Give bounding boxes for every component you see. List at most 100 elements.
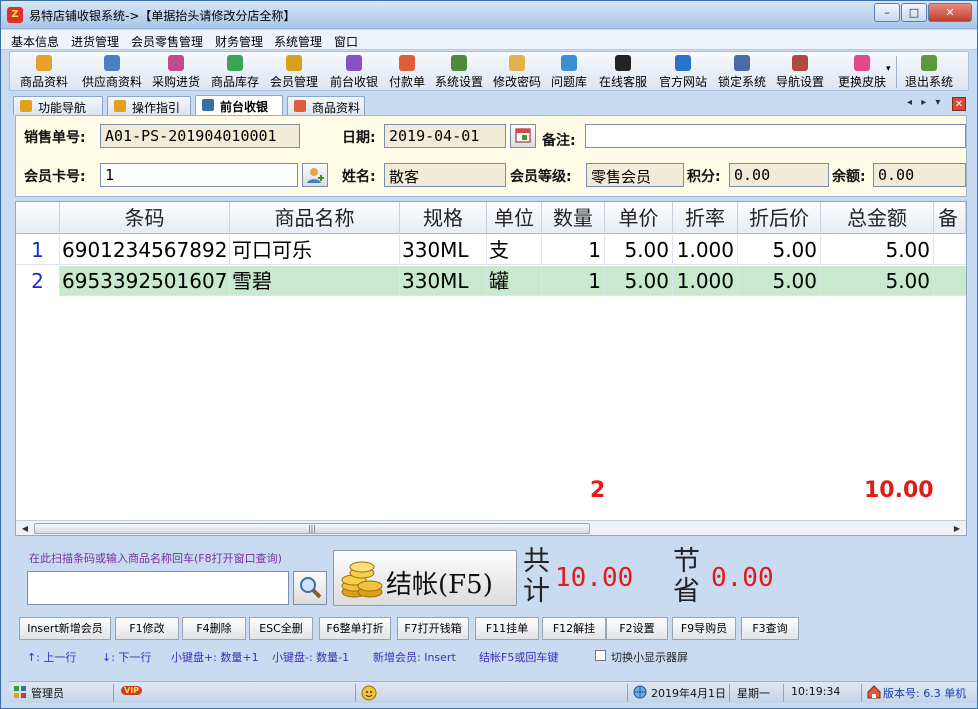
tab-cashier[interactable]: 前台收银 <box>195 95 283 115</box>
product-name-cell[interactable]: 雪碧 <box>230 266 400 296</box>
quantity-cell[interactable]: 1 <box>542 266 605 296</box>
calendar-icon[interactable] <box>510 124 536 148</box>
toggle-small-display-checkbox[interactable] <box>595 650 606 661</box>
checkout-button[interactable]: 结帐(F5) <box>333 550 517 606</box>
discounted-price-cell[interactable]: 5.00 <box>738 266 821 296</box>
minimize-button[interactable]: – <box>874 3 900 22</box>
lock-tool-button[interactable]: 锁定系统 <box>714 54 770 90</box>
fkey-esc-clear-all[interactable]: ESC全删 <box>249 617 313 640</box>
menu-finance[interactable]: 财务管理 <box>215 33 263 50</box>
spec-cell[interactable]: 330ML <box>400 235 487 265</box>
total-amount-cell[interactable]: 5.00 <box>821 235 934 265</box>
settings-tool-button[interactable]: 系统设置 <box>430 54 488 90</box>
unit-cell[interactable]: 支 <box>487 235 542 265</box>
header-quantity[interactable]: 数量 <box>542 202 605 234</box>
header-product-name[interactable]: 商品名称 <box>230 202 400 234</box>
barcode-cell[interactable]: 6901234567892 <box>60 235 230 265</box>
name-field[interactable]: 散客 <box>384 163 506 187</box>
tab-navigation[interactable]: 功能导航 <box>13 96 103 115</box>
menu-system[interactable]: 系统管理 <box>274 33 322 50</box>
header-discount-rate[interactable]: 折率 <box>673 202 738 234</box>
fkey-f9-salesperson[interactable]: F9导购员 <box>672 617 736 640</box>
current-user: 管理员 <box>31 687 64 700</box>
unit-price-cell[interactable]: 5.00 <box>605 235 673 265</box>
barcode-cell[interactable]: 6953392501607 <box>60 266 230 296</box>
unit-cell[interactable]: 罐 <box>487 266 542 296</box>
sale-no-field[interactable]: A01-PS-201904010001 <box>100 124 300 148</box>
header-discounted-price[interactable]: 折后价 <box>738 202 821 234</box>
header-unit-price[interactable]: 单价 <box>605 202 673 234</box>
header-total-amount[interactable]: 总金额 <box>821 202 934 234</box>
password-tool-button[interactable]: 修改密码 <box>490 54 544 90</box>
table-row[interactable]: 1 6901234567892 可口可乐 330ML 支 1 5.00 1.00… <box>16 235 966 265</box>
menu-member-retail[interactable]: 会员零售管理 <box>131 33 203 50</box>
purchase-tool-button[interactable]: 采购进货 <box>148 54 204 90</box>
version-info: 版本号: 6.3 单机 <box>883 687 967 700</box>
table-header: 条码 商品名称 规格 单位 数量 单价 折率 折后价 总金额 备 <box>16 202 966 234</box>
member-tool-button[interactable]: 会员管理 <box>266 54 322 90</box>
horizontal-scrollbar[interactable]: ◀ ||| ▶ <box>16 520 966 535</box>
support-tool-button[interactable]: 在线客服 <box>594 54 652 90</box>
fkey-f7-open-drawer[interactable]: F7打开钱箱 <box>397 617 469 640</box>
website-tool-button[interactable]: 官方网站 <box>654 54 712 90</box>
discount-rate-cell[interactable]: 1.000 <box>673 266 738 296</box>
scrollbar-thumb[interactable]: ||| <box>34 523 590 534</box>
total-amount-cell[interactable]: 5.00 <box>821 266 934 296</box>
table-row[interactable]: 2 6953392501607 雪碧 330ML 罐 1 5.00 1.000 … <box>16 266 966 296</box>
inventory-icon <box>227 55 243 71</box>
header-barcode[interactable]: 条码 <box>60 202 230 234</box>
fkey-insert-add-member[interactable]: Insert新增会员 <box>19 617 111 640</box>
fkey-f6-discount[interactable]: F6整单打折 <box>319 617 391 640</box>
skin-tool-button[interactable]: 更换皮肤 <box>830 54 894 90</box>
search-icon[interactable] <box>293 571 327 605</box>
member-card-field[interactable]: 1 <box>100 163 298 187</box>
scan-hint: 在此扫描条码或输入商品名称回车(F8打开窗口查询) <box>29 552 282 565</box>
points-field[interactable]: 0.00 <box>729 163 829 187</box>
cashier-tool-button[interactable]: 前台收银 <box>324 54 384 90</box>
scroll-left-icon[interactable]: ◀ <box>18 523 32 534</box>
discount-rate-cell[interactable]: 1.000 <box>673 235 738 265</box>
header-remark[interactable]: 备 <box>934 202 966 234</box>
total-label: 共计 <box>523 546 550 607</box>
question-tool-button[interactable]: 问题库 <box>546 54 592 90</box>
inventory-tool-button[interactable]: 商品库存 <box>206 54 264 90</box>
member-level-field[interactable]: 零售会员 <box>586 163 684 187</box>
tab-goods[interactable]: 商品资料 <box>287 96 365 115</box>
password-icon <box>509 55 525 71</box>
scan-input[interactable] <box>27 571 289 605</box>
fkey-f1-edit[interactable]: F1修改 <box>115 617 179 640</box>
fkey-f4-delete[interactable]: F4删除 <box>182 617 246 640</box>
close-button[interactable]: ✕ <box>928 3 972 22</box>
unit-price-cell[interactable]: 5.00 <box>605 266 673 296</box>
date-field[interactable]: 2019-04-01 <box>384 124 506 148</box>
fkey-f3-query[interactable]: F3查询 <box>741 617 799 640</box>
tab-close-icon[interactable]: ✕ <box>952 97 966 111</box>
quantity-cell[interactable]: 1 <box>542 235 605 265</box>
product-name-cell[interactable]: 可口可乐 <box>230 235 400 265</box>
header-unit[interactable]: 单位 <box>487 202 542 234</box>
exit-tool-button[interactable]: 退出系统 <box>900 54 958 90</box>
remark-field[interactable] <box>585 124 966 148</box>
add-member-icon[interactable] <box>302 163 328 187</box>
balance-field[interactable]: 0.00 <box>873 163 966 187</box>
fkey-f12-resume[interactable]: F12解挂 <box>542 617 606 640</box>
menu-window[interactable]: 窗口 <box>334 33 358 50</box>
header-spec[interactable]: 规格 <box>400 202 487 234</box>
scroll-right-icon[interactable]: ▶ <box>950 523 964 534</box>
sale-header-form: 销售单号: A01-PS-201904010001 日期: 2019-04-01… <box>15 115 967 197</box>
menu-basic-info[interactable]: 基本信息 <box>11 33 59 50</box>
fkey-f2-settings[interactable]: F2设置 <box>606 617 668 640</box>
discounted-price-cell[interactable]: 5.00 <box>738 235 821 265</box>
navigation-tool-button[interactable]: 导航设置 <box>772 54 828 90</box>
menu-purchase[interactable]: 进货管理 <box>71 33 119 50</box>
spec-cell[interactable]: 330ML <box>400 266 487 296</box>
goods-tool-button[interactable]: 商品资料 <box>12 54 76 90</box>
maximize-button[interactable]: □ <box>901 3 927 22</box>
tab-guide[interactable]: 操作指引 <box>107 96 191 115</box>
purchase-icon <box>168 55 184 71</box>
chevron-down-icon[interactable]: ▾ <box>886 64 891 74</box>
tab-scroll-controls[interactable]: ◂ ▸ ▾ <box>907 97 943 108</box>
supplier-tool-button[interactable]: 供应商资料 <box>78 54 146 90</box>
fkey-f11-hold[interactable]: F11挂单 <box>475 617 539 640</box>
payment-tool-button[interactable]: 付款单 <box>386 54 428 90</box>
